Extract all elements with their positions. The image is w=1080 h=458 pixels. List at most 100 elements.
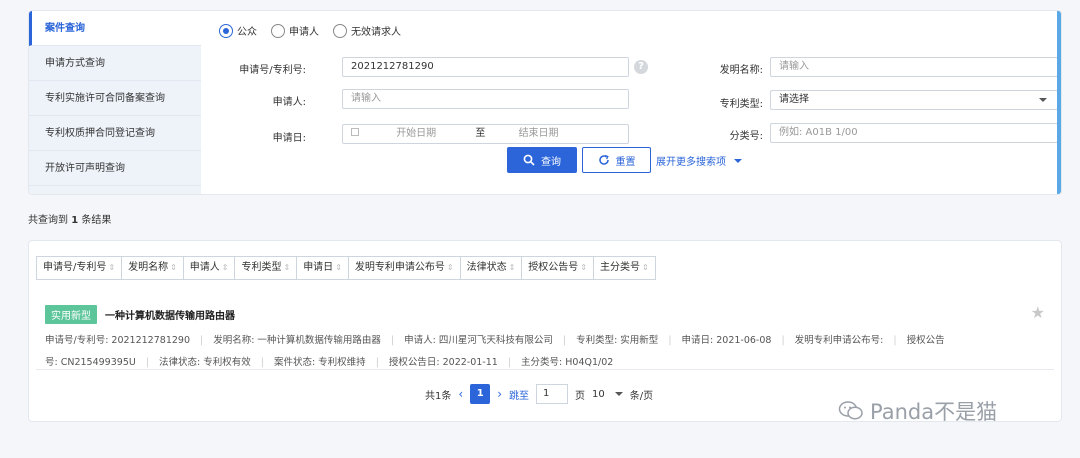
pagination: 共1条 ‹ 1 › 跳至 1 页 10 条/页 [425,384,653,404]
sort-app-no[interactable]: 申请号/专利号 ⇕ [37,257,123,279]
chevron-down-icon [614,392,623,396]
sort-legal-status[interactable]: 法律状态 ⇕ [461,257,523,279]
search-button-label: 查询 [541,156,561,168]
sort-label: 申请日 [303,262,334,273]
record-meta-line-2: 号: CN215499395U | 法律状态: 专利权有效 | 案件状态: 专利权维持 |… [45,352,1045,374]
watermark-text: Panda不是猫 [870,400,998,424]
prev-page-icon[interactable]: ‹ [458,387,463,401]
meta-app-date: 申请日: 2021-06-08 [681,335,772,346]
meta-main-class: 主分类号: H04Q1/02 [521,357,614,368]
sort-applicant[interactable]: 申请人 ⇕ [184,257,236,279]
pager-current-page[interactable]: 1 [470,384,491,404]
more-link-label: 展开更多搜索项 [656,157,726,168]
sort-icon: ⇕ [221,263,229,272]
help-icon[interactable]: ? [634,60,648,74]
invention-name-label: 发明名称: [719,65,763,76]
sort-label: 申请号/专利号 [43,262,107,273]
sort-label: 法律状态 [466,262,507,273]
user-role-radio-group: 公众 申请人 无效请求人 [219,23,409,38]
result-count-suffix: 条结果 [81,215,112,226]
sort-icon: ⇕ [108,263,116,272]
record-meta: 申请号/专利号: 2021212781290 | 发明名称: 一种计算机数据传输用路… [45,330,1045,374]
panel-accent-bar [1057,11,1061,194]
applicant-input[interactable]: 请输入 [342,89,629,109]
meta-separator: | [260,357,264,368]
sort-icon: ⇕ [170,263,177,272]
sort-label: 申请人 [189,262,220,273]
sort-label: 专利类型 [241,262,282,273]
radio-applicant[interactable]: 申请人 [271,23,319,38]
sort-icon: ⇕ [283,263,291,272]
reset-button-label: 重置 [615,156,636,168]
meta-separator: | [893,335,897,346]
radio-label: 公众 [237,27,257,38]
end-date-placeholder: 结束日期 [518,128,559,139]
record-meta-line-1: 申请号/专利号: 2021212781290 | 发明名称: 一种计算机数据传输用路… [45,330,1045,352]
radio-public[interactable]: 公众 [219,23,257,38]
record-divider [36,369,1054,370]
sort-icon: ⇕ [508,263,516,272]
patent-type-value: 请选择 [779,94,809,105]
chevron-down-icon [734,158,742,163]
sort-icon: ⇕ [580,263,587,272]
result-count: 共查询到 1 条结果 [28,211,111,226]
meta-separator: | [781,335,785,346]
patent-type-select[interactable]: 请选择 [770,90,1058,110]
sort-invention-name[interactable]: 发明名称 ⇕ [122,257,184,279]
meta-case-status: 案件状态: 专利权维持 [273,357,366,368]
meta-applicant: 申请人: 四川星河飞天科技有限公司 [404,335,553,346]
sidebar-item-application-method[interactable]: 申请方式查询 [29,46,201,81]
page-size-value: 10 [592,388,605,400]
meta-legal-status: 法律状态: 专利权有效 [159,357,251,368]
app-no-input[interactable]: 2021212781290 [342,57,629,77]
sort-grant-no[interactable]: 授权公告号 ⇕ [522,257,594,279]
pager-page-unit: 页 [575,390,585,402]
app-date-label: 申请日: [272,133,306,144]
sidebar-item-open-license[interactable]: 开放许可声明查询 [29,151,201,186]
meta-separator: | [562,335,567,346]
sort-app-date[interactable]: 申请日 ⇕ [297,257,349,279]
sort-label: 主分类号 [600,262,640,273]
patent-type-badge: 实用新型 [45,305,97,324]
meta-grant-date: 授权公告日: 2022-01-11 [388,357,498,368]
meta-separator: | [200,335,204,346]
meta-publication-no: 发明专利申请公布号: [794,335,884,346]
result-count-number: 1 [71,215,79,226]
meta-grant-no: 号: CN215499395U [45,357,136,368]
sidebar-item-pledge-contract[interactable]: 专利权质押合同登记查询 [29,116,201,151]
result-record: 实用新型 一种计算机数据传输用路由器 ★ 申请号/专利号: 2021212781… [45,303,1045,374]
record-title[interactable]: 一种计算机数据传输用路由器 [105,307,235,322]
radio-unchecked-icon [333,23,347,38]
reset-button[interactable]: 重置 [582,147,651,173]
search-button[interactable]: 查询 [507,147,577,173]
calendar-icon [351,128,359,136]
query-type-sidebar: 案件查询 申请方式查询 专利实施许可合同备案查询 专利权质押合同登记查询 开放许… [29,11,201,194]
patent-type-label: 专利类型: [719,99,763,110]
sidebar-item-license-contract[interactable]: 专利实施许可合同备案查询 [29,81,201,116]
meta-separator: | [668,335,672,346]
applicant-label: 申请人: [272,97,306,108]
pager-jump-input[interactable]: 1 [536,384,568,404]
app-date-range-picker[interactable]: 开始日期 至 结束日期 [342,124,629,144]
watermark: Panda不是猫 [838,396,997,426]
meta-invention-name: 发明名称: 一种计算机数据传输用路由器 [213,335,381,346]
sort-patent-type[interactable]: 专利类型 ⇕ [235,257,298,279]
pager-total: 共1条 [425,390,452,402]
star-icon[interactable]: ★ [1031,303,1045,322]
next-page-icon[interactable]: › [497,387,502,401]
meta-app-no: 申请号/专利号: 2021212781290 [45,335,190,346]
sort-icon: ⇕ [335,263,342,272]
sort-main-class[interactable]: 主分类号 ⇕ [594,257,655,279]
sort-publication-no[interactable]: 发明专利申请公布号 ⇕ [349,257,461,279]
class-no-input[interactable]: 例如: A01B 1/00 [770,123,1058,143]
radio-invalidation-requester[interactable]: 无效请求人 [333,23,401,38]
meta-separator: | [390,335,395,346]
sidebar-item-case-query[interactable]: 案件查询 [29,11,201,46]
radio-label: 无效请求人 [351,27,401,38]
expand-more-search-link[interactable]: 展开更多搜索项 [656,153,742,168]
invention-name-input[interactable]: 请输入 [770,57,1058,77]
results-panel: 申请号/专利号 ⇕ 发明名称 ⇕ 申请人 ⇕ 专利类型 ⇕ 申请日 ⇕ 发明专利申请公布号… [28,240,1062,422]
pager-jump-label[interactable]: 跳至 [509,387,529,402]
chevron-down-icon [1039,98,1047,102]
page-size-select[interactable]: 10 [592,389,623,400]
